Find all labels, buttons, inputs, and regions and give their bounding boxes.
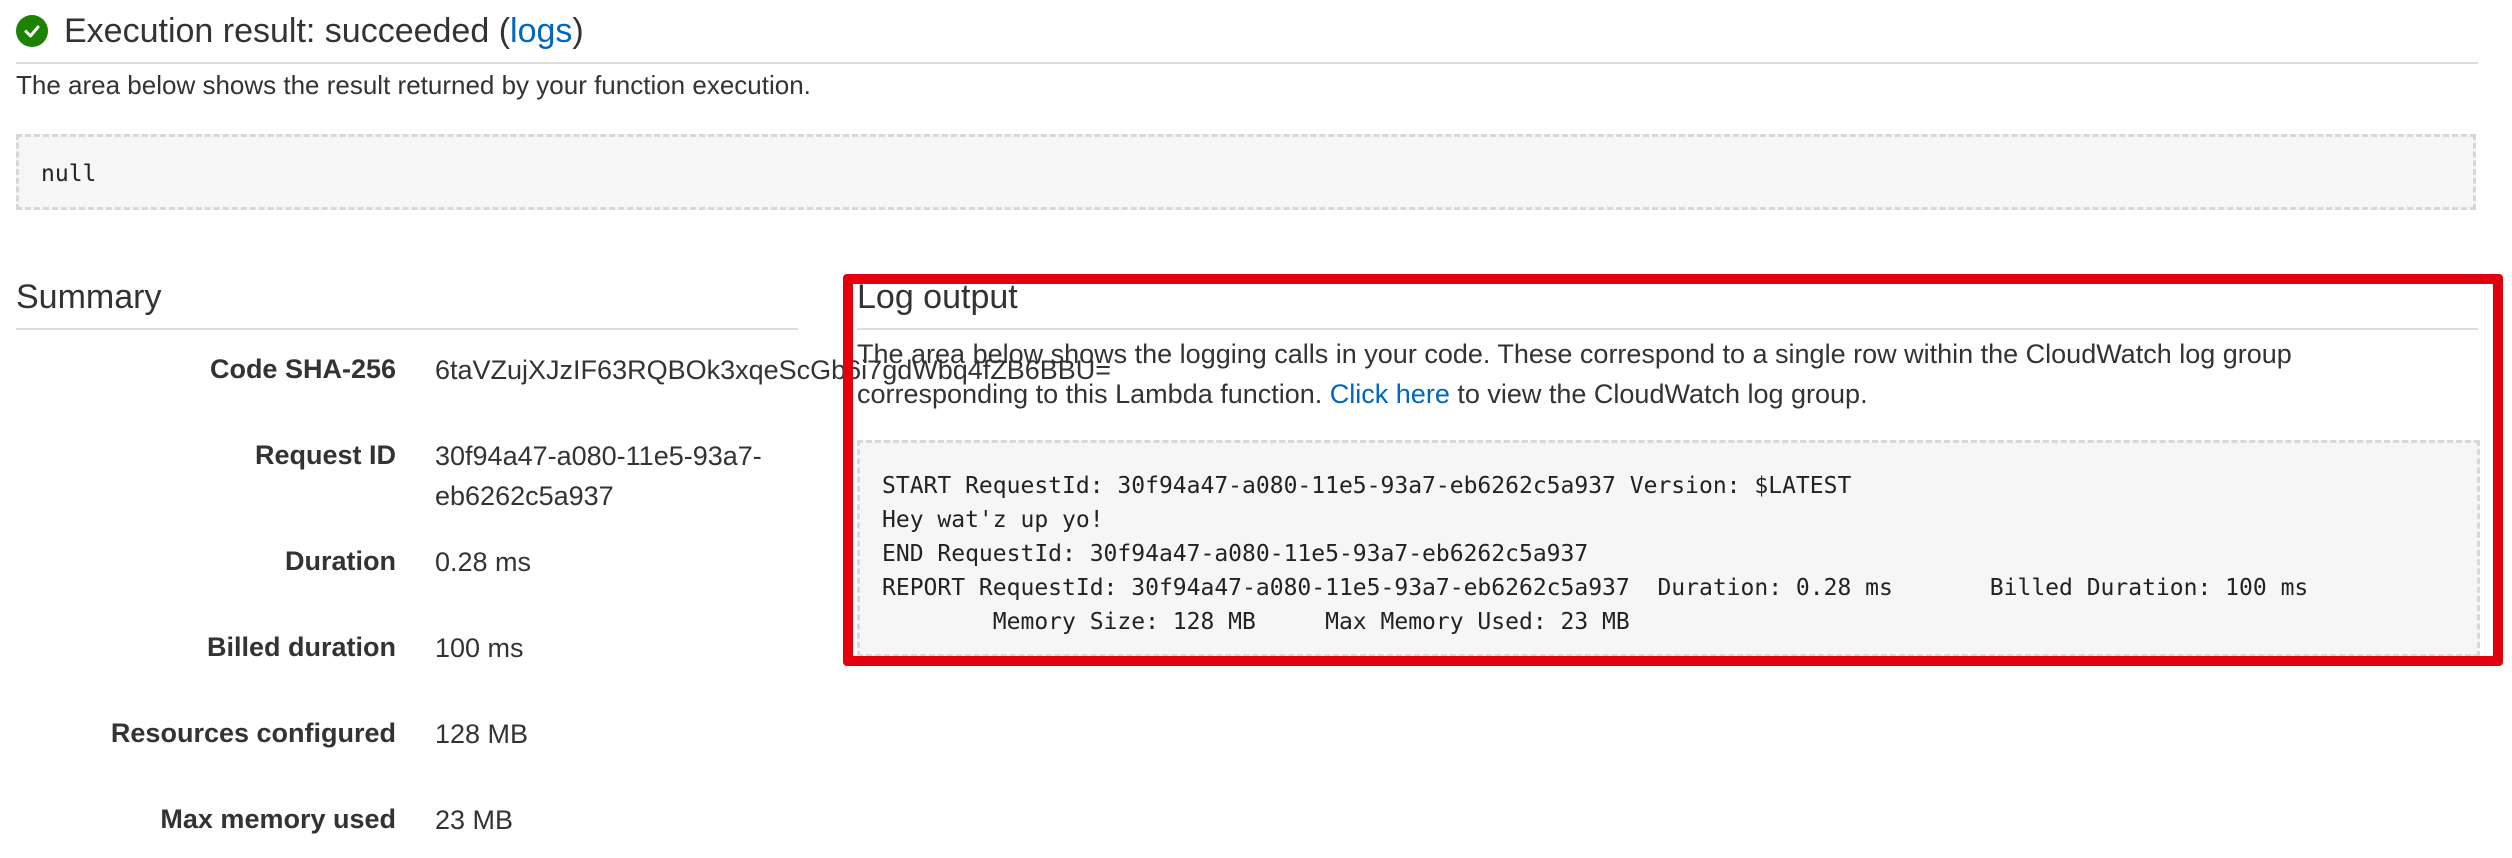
result-description: The area below shows the result returned…: [16, 70, 811, 100]
summary-title: Summary: [16, 278, 162, 316]
request-id-value: 30f94a47-a080-11e5-93a7- eb6262c5a937: [435, 436, 762, 516]
resources-configured-value: 128 MB: [435, 719, 529, 749]
execution-result-header: Execution result: succeeded (logs): [16, 6, 584, 56]
check-circle-icon: [16, 15, 48, 47]
summary-divider: [16, 328, 798, 330]
code-sha-label: Code SHA-256: [209, 354, 396, 384]
billed-duration-label: Billed duration: [207, 632, 396, 662]
request-id-line2: eb6262c5a937: [435, 481, 614, 511]
logs-link[interactable]: logs: [510, 12, 572, 50]
request-id-line1: 30f94a47-a080-11e5-93a7-: [435, 441, 762, 471]
resources-configured-label: Resources configured: [110, 718, 396, 748]
request-id-label: Request ID: [254, 440, 396, 470]
max-memory-label: Max memory used: [160, 804, 396, 834]
result-output: null: [16, 134, 2476, 210]
duration-label: Duration: [285, 546, 396, 576]
title-suffix: ): [572, 11, 584, 50]
header-divider: [16, 62, 2478, 64]
billed-duration-value: 100 ms: [435, 633, 524, 663]
title-prefix: Execution result: succeeded (: [64, 11, 511, 50]
duration-value: 0.28 ms: [435, 547, 532, 577]
max-memory-value: 23 MB: [435, 805, 514, 835]
highlight-box: [843, 274, 2503, 666]
execution-result-title: Execution result: succeeded (logs): [64, 12, 584, 51]
